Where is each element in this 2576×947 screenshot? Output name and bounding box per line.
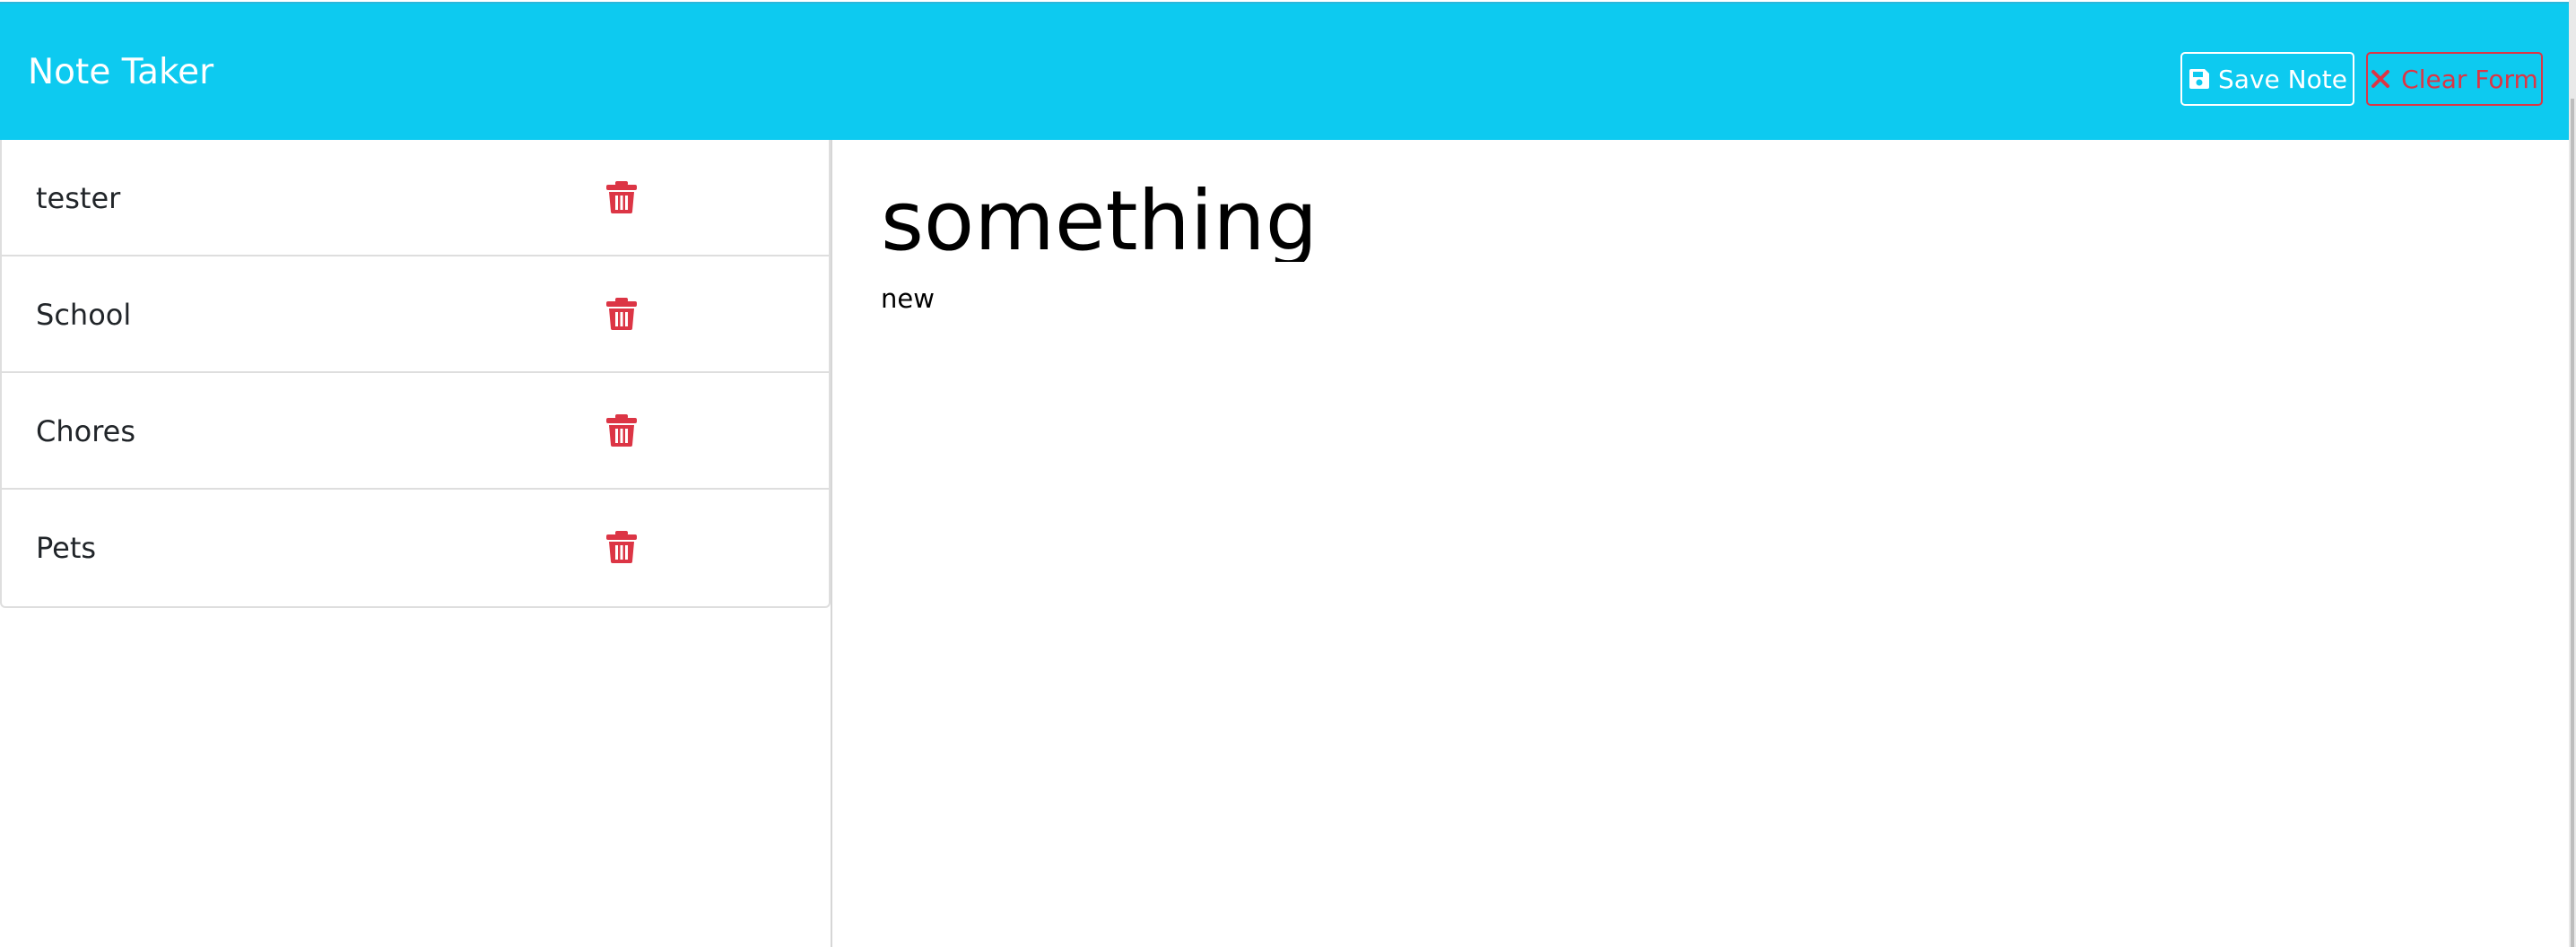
floppy-disk-icon [2188,67,2211,91]
list-item[interactable]: tester [2,140,829,256]
clear-form-label: Clear Form [2401,64,2538,94]
clear-form-button[interactable]: Clear Form [2366,52,2543,106]
note-text-area[interactable]: new [881,283,935,314]
save-note-label: Save Note [2218,64,2347,94]
note-title: Pets [36,531,97,565]
trash-icon[interactable] [605,297,638,331]
trash-icon[interactable] [605,180,638,214]
note-taker-page: Note Taker Save Note Clear Form tester S… [0,0,2576,947]
list-item[interactable]: Chores [2,373,829,490]
note-title: Chores [36,414,136,448]
note-list: tester School Chores Pets [0,140,831,608]
list-item[interactable]: Pets [2,490,829,606]
note-title: School [36,298,132,332]
note-title: tester [36,181,121,215]
x-icon [2371,67,2394,91]
trash-icon[interactable] [605,413,638,447]
sidebar: tester School Chores Pets [0,140,832,947]
app-title[interactable]: Note Taker [28,4,213,142]
note-editor: something new [832,140,2569,947]
navbar: Note Taker Save Note Clear Form [0,2,2569,140]
list-item[interactable]: School [2,256,829,373]
save-note-button[interactable]: Save Note [2180,52,2354,106]
scrollbar-thumb[interactable] [2571,99,2574,947]
trash-icon[interactable] [605,530,638,564]
note-title-input[interactable]: something [881,163,2495,262]
